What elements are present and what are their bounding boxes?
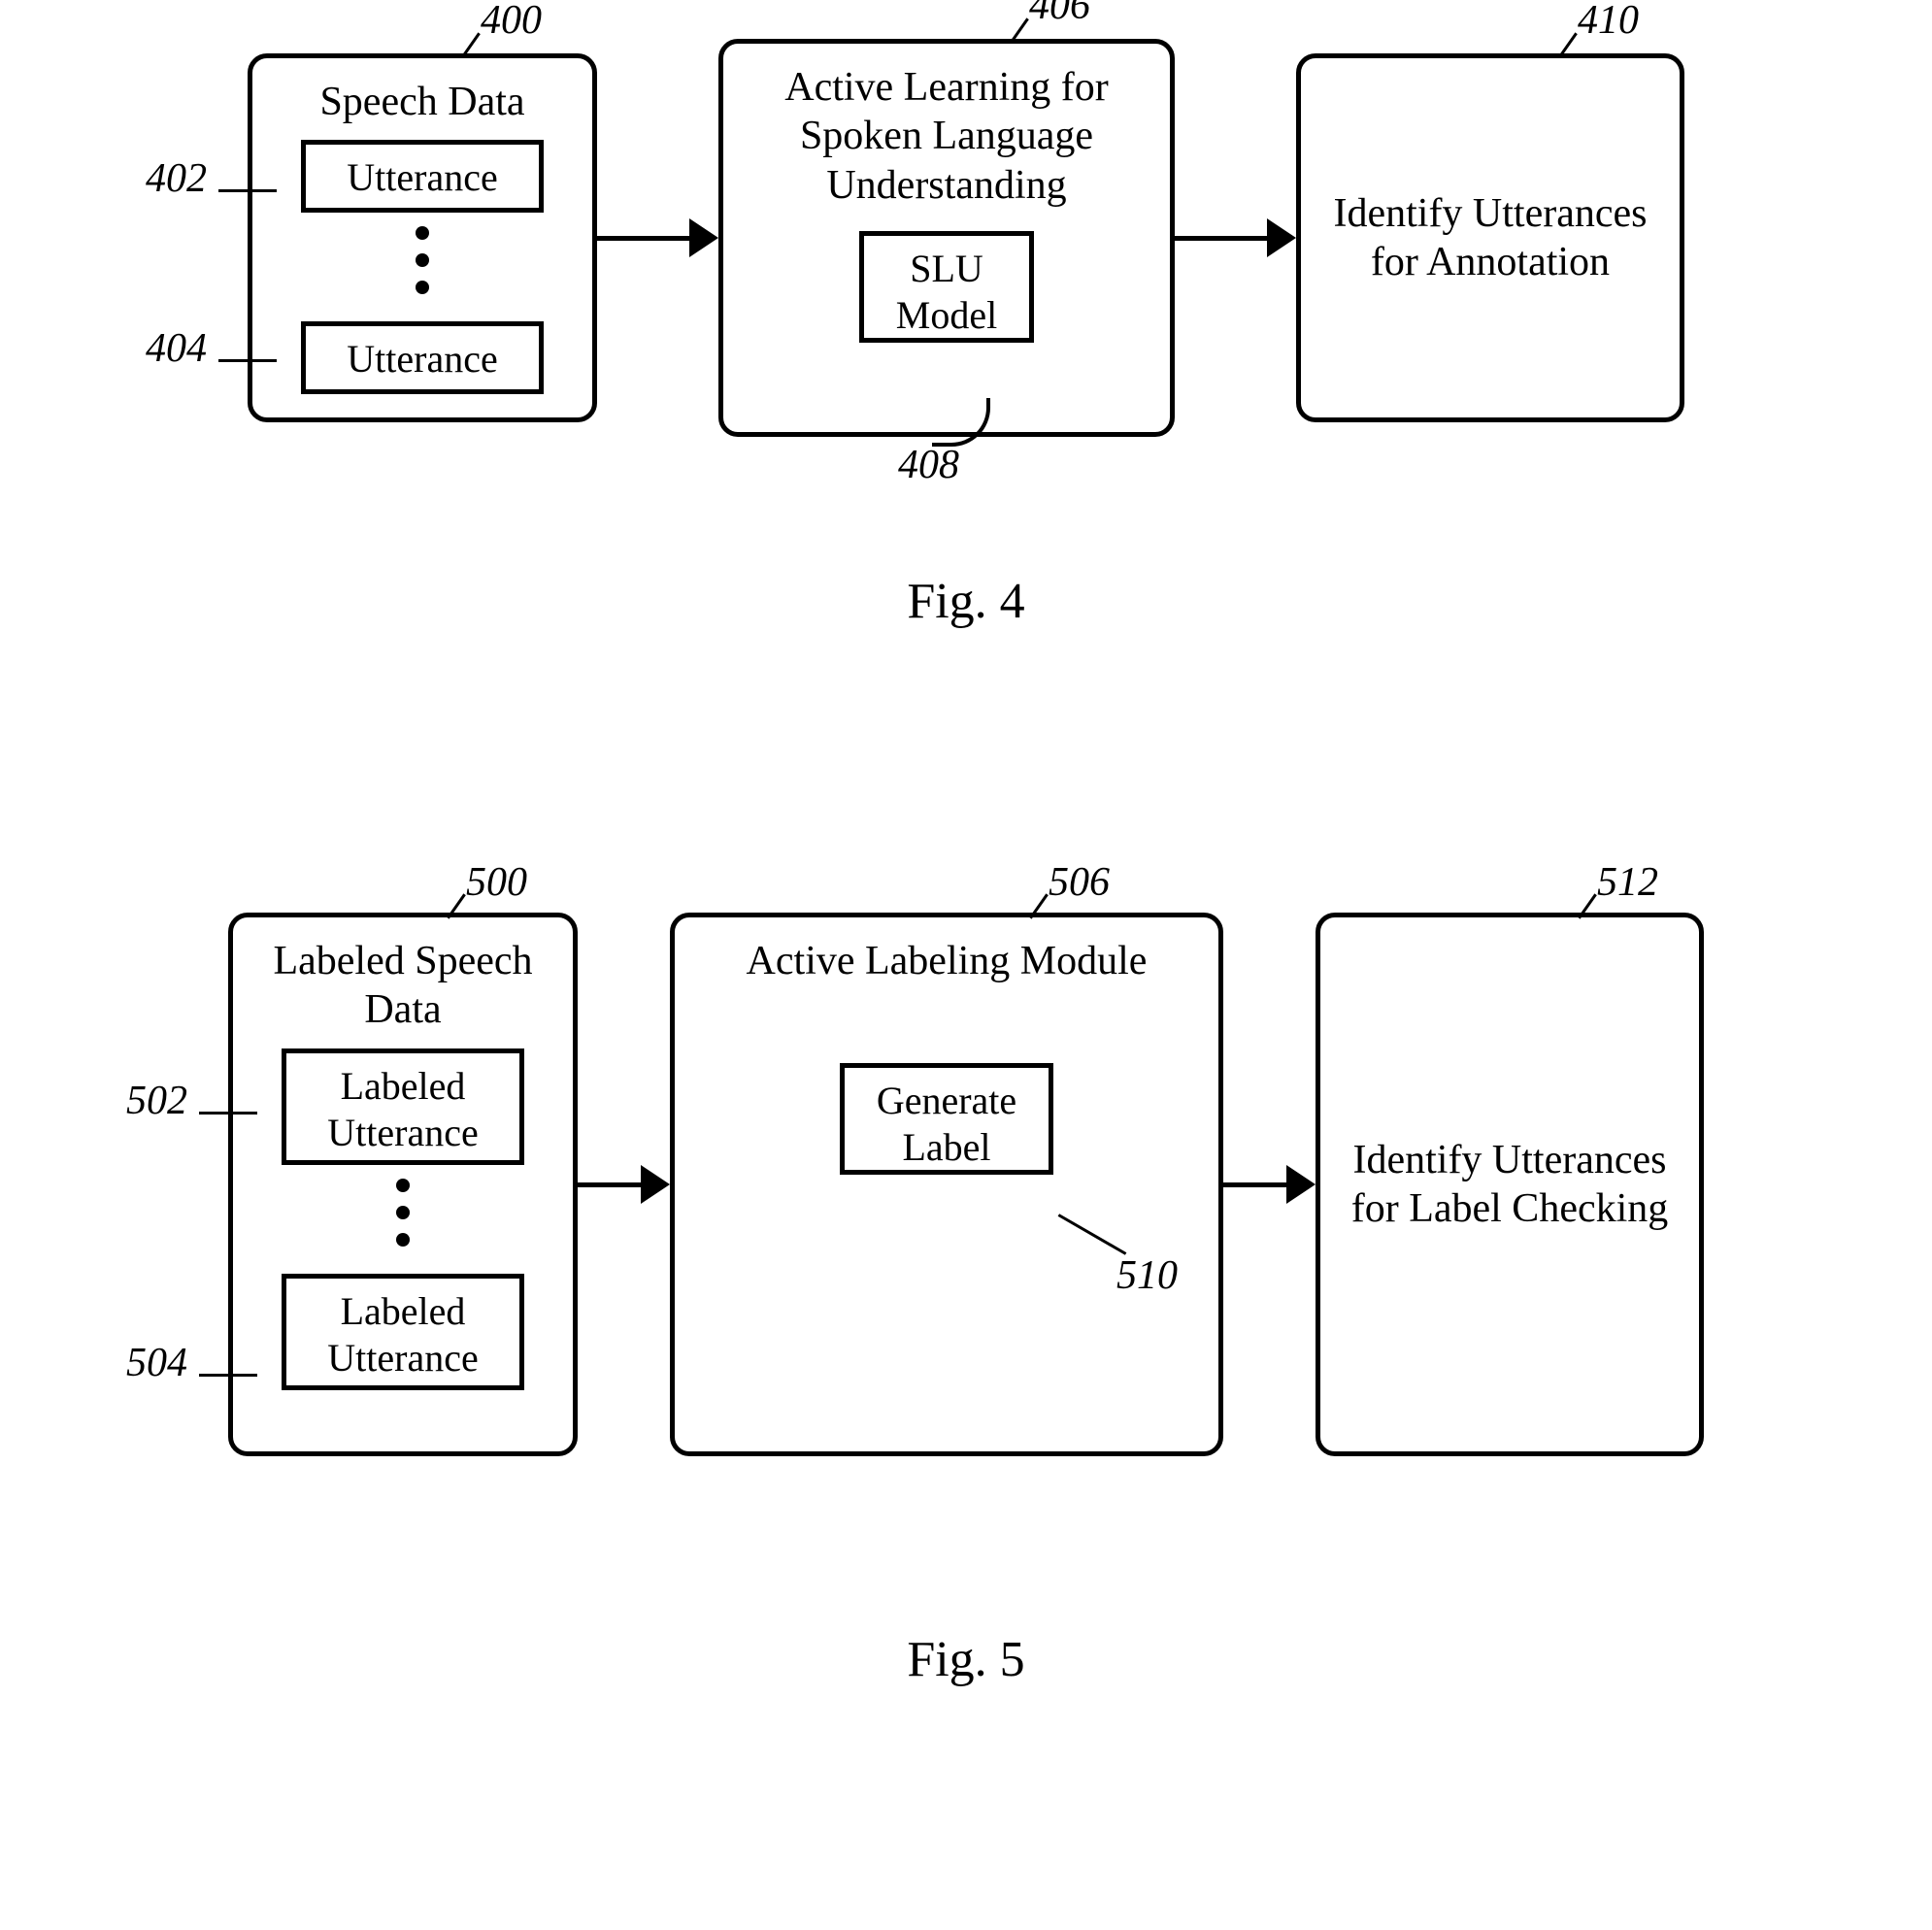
identify-annotation-box: Identify Utterances for Annotation — [1296, 53, 1684, 422]
figure-5-caption: Fig. 5 — [49, 1631, 1883, 1688]
ref-506: 506 — [1049, 859, 1110, 906]
arrow-icon — [1223, 1165, 1316, 1204]
labeled-speech-data-title: Labeled Speech Data — [252, 937, 553, 1035]
slu-model-box: SLU Model — [859, 231, 1034, 343]
arrow-icon — [597, 218, 718, 257]
leader-408 — [932, 398, 990, 447]
ref-502: 502 — [126, 1078, 187, 1124]
figure-4: Speech Data Utterance Utterance 400 402 … — [49, 39, 1883, 630]
speech-data-title: Speech Data — [319, 78, 524, 126]
ref-510: 510 — [1116, 1252, 1178, 1299]
identify-annotation-title: Identify Utterances for Annotation — [1320, 189, 1660, 287]
ref-512: 512 — [1597, 859, 1658, 906]
utterance-item-1: Utterance — [301, 140, 544, 213]
active-labeling-box: Active Labeling Module Generate Label — [670, 913, 1223, 1456]
labeled-utterance-1: Labeled Utterance — [282, 1048, 524, 1165]
ellipsis-icon — [416, 226, 429, 294]
identify-label-checking-title: Identify Utterances for Label Checking — [1340, 1136, 1680, 1234]
active-learning-title: Active Learning for Spoken Language Unde… — [743, 63, 1150, 210]
leader-402 — [218, 189, 277, 192]
ref-402: 402 — [146, 155, 207, 202]
arrow-icon — [1175, 218, 1296, 257]
leader-504 — [199, 1374, 257, 1377]
utterance-item-2: Utterance — [301, 321, 544, 394]
ref-404: 404 — [146, 325, 207, 372]
ref-406: 406 — [1029, 0, 1090, 29]
fig5-flow: Labeled Speech Data Labeled Utterance La… — [49, 913, 1883, 1456]
ref-504: 504 — [126, 1340, 187, 1386]
arrow-icon — [578, 1165, 670, 1204]
generate-label-box: Generate Label — [840, 1063, 1053, 1175]
ref-410: 410 — [1578, 0, 1639, 44]
ref-408: 408 — [898, 442, 959, 488]
ellipsis-icon — [396, 1179, 410, 1247]
active-learning-box: Active Learning for Spoken Language Unde… — [718, 39, 1175, 437]
fig4-flow: Speech Data Utterance Utterance 400 402 … — [49, 39, 1883, 437]
figure-4-caption: Fig. 4 — [49, 573, 1883, 630]
active-labeling-title: Active Labeling Module — [747, 937, 1148, 985]
labeled-speech-data-box: Labeled Speech Data Labeled Utterance La… — [228, 913, 578, 1456]
ref-500: 500 — [466, 859, 527, 906]
labeled-utterance-2: Labeled Utterance — [282, 1274, 524, 1390]
speech-data-box: Speech Data Utterance Utterance — [248, 53, 597, 422]
figure-5: Labeled Speech Data Labeled Utterance La… — [49, 913, 1883, 1688]
leader-404 — [218, 359, 277, 362]
identify-label-checking-box: Identify Utterances for Label Checking — [1316, 913, 1704, 1456]
leader-502 — [199, 1112, 257, 1115]
ref-400: 400 — [481, 0, 542, 44]
